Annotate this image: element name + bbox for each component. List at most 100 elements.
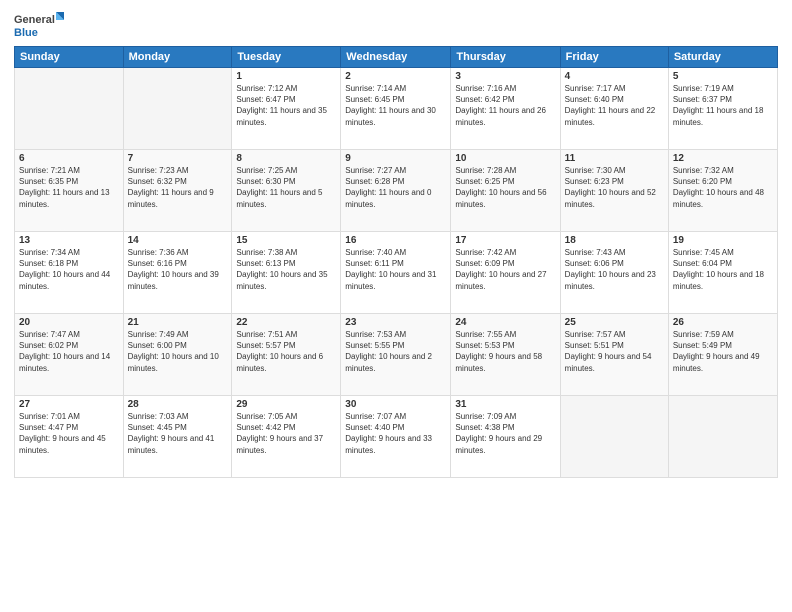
day-number: 29 (236, 399, 336, 410)
calendar-week-3: 13Sunrise: 7:34 AMSunset: 6:18 PMDayligh… (15, 232, 778, 314)
logo: GeneralBlue (14, 10, 64, 40)
day-info: Sunrise: 7:09 AMSunset: 4:38 PMDaylight:… (455, 411, 555, 456)
calendar-cell: 25Sunrise: 7:57 AMSunset: 5:51 PMDayligh… (560, 314, 668, 396)
day-info: Sunrise: 7:55 AMSunset: 5:53 PMDaylight:… (455, 329, 555, 374)
day-info: Sunrise: 7:14 AMSunset: 6:45 PMDaylight:… (345, 83, 446, 128)
calendar-cell: 9Sunrise: 7:27 AMSunset: 6:28 PMDaylight… (341, 150, 451, 232)
calendar-header-friday: Friday (560, 47, 668, 68)
calendar-header-thursday: Thursday (451, 47, 560, 68)
day-info: Sunrise: 7:43 AMSunset: 6:06 PMDaylight:… (565, 247, 664, 292)
calendar-cell: 28Sunrise: 7:03 AMSunset: 4:45 PMDayligh… (123, 396, 232, 478)
day-number: 16 (345, 235, 446, 246)
calendar-week-4: 20Sunrise: 7:47 AMSunset: 6:02 PMDayligh… (15, 314, 778, 396)
day-info: Sunrise: 7:27 AMSunset: 6:28 PMDaylight:… (345, 165, 446, 210)
calendar-cell: 26Sunrise: 7:59 AMSunset: 5:49 PMDayligh… (668, 314, 777, 396)
calendar-cell: 8Sunrise: 7:25 AMSunset: 6:30 PMDaylight… (232, 150, 341, 232)
calendar-cell (15, 68, 124, 150)
svg-text:Blue: Blue (14, 27, 38, 39)
calendar-cell: 10Sunrise: 7:28 AMSunset: 6:25 PMDayligh… (451, 150, 560, 232)
day-info: Sunrise: 7:57 AMSunset: 5:51 PMDaylight:… (565, 329, 664, 374)
day-number: 30 (345, 399, 446, 410)
day-number: 26 (673, 317, 773, 328)
calendar-table: SundayMondayTuesdayWednesdayThursdayFrid… (14, 46, 778, 478)
day-number: 15 (236, 235, 336, 246)
day-info: Sunrise: 7:01 AMSunset: 4:47 PMDaylight:… (19, 411, 119, 456)
day-info: Sunrise: 7:53 AMSunset: 5:55 PMDaylight:… (345, 329, 446, 374)
calendar-cell (123, 68, 232, 150)
day-info: Sunrise: 7:59 AMSunset: 5:49 PMDaylight:… (673, 329, 773, 374)
calendar-week-5: 27Sunrise: 7:01 AMSunset: 4:47 PMDayligh… (15, 396, 778, 478)
day-info: Sunrise: 7:16 AMSunset: 6:42 PMDaylight:… (455, 83, 555, 128)
day-number: 10 (455, 153, 555, 164)
day-number: 18 (565, 235, 664, 246)
day-number: 25 (565, 317, 664, 328)
calendar-cell: 20Sunrise: 7:47 AMSunset: 6:02 PMDayligh… (15, 314, 124, 396)
day-info: Sunrise: 7:05 AMSunset: 4:42 PMDaylight:… (236, 411, 336, 456)
day-number: 4 (565, 71, 664, 82)
calendar-cell: 6Sunrise: 7:21 AMSunset: 6:35 PMDaylight… (15, 150, 124, 232)
day-number: 19 (673, 235, 773, 246)
calendar-cell: 19Sunrise: 7:45 AMSunset: 6:04 PMDayligh… (668, 232, 777, 314)
calendar-cell (668, 396, 777, 478)
calendar-cell: 3Sunrise: 7:16 AMSunset: 6:42 PMDaylight… (451, 68, 560, 150)
calendar-cell: 5Sunrise: 7:19 AMSunset: 6:37 PMDaylight… (668, 68, 777, 150)
day-number: 1 (236, 71, 336, 82)
day-info: Sunrise: 7:30 AMSunset: 6:23 PMDaylight:… (565, 165, 664, 210)
day-info: Sunrise: 7:47 AMSunset: 6:02 PMDaylight:… (19, 329, 119, 374)
day-info: Sunrise: 7:23 AMSunset: 6:32 PMDaylight:… (128, 165, 228, 210)
day-number: 8 (236, 153, 336, 164)
day-number: 22 (236, 317, 336, 328)
day-number: 28 (128, 399, 228, 410)
day-info: Sunrise: 7:12 AMSunset: 6:47 PMDaylight:… (236, 83, 336, 128)
day-info: Sunrise: 7:19 AMSunset: 6:37 PMDaylight:… (673, 83, 773, 128)
calendar-header-monday: Monday (123, 47, 232, 68)
logo-svg: GeneralBlue (14, 10, 64, 40)
calendar-cell: 21Sunrise: 7:49 AMSunset: 6:00 PMDayligh… (123, 314, 232, 396)
day-number: 5 (673, 71, 773, 82)
calendar-cell: 17Sunrise: 7:42 AMSunset: 6:09 PMDayligh… (451, 232, 560, 314)
calendar-cell: 16Sunrise: 7:40 AMSunset: 6:11 PMDayligh… (341, 232, 451, 314)
day-number: 12 (673, 153, 773, 164)
calendar-cell: 22Sunrise: 7:51 AMSunset: 5:57 PMDayligh… (232, 314, 341, 396)
calendar-cell: 4Sunrise: 7:17 AMSunset: 6:40 PMDaylight… (560, 68, 668, 150)
day-info: Sunrise: 7:32 AMSunset: 6:20 PMDaylight:… (673, 165, 773, 210)
day-info: Sunrise: 7:45 AMSunset: 6:04 PMDaylight:… (673, 247, 773, 292)
day-number: 31 (455, 399, 555, 410)
calendar-cell: 13Sunrise: 7:34 AMSunset: 6:18 PMDayligh… (15, 232, 124, 314)
day-info: Sunrise: 7:25 AMSunset: 6:30 PMDaylight:… (236, 165, 336, 210)
day-info: Sunrise: 7:21 AMSunset: 6:35 PMDaylight:… (19, 165, 119, 210)
day-number: 17 (455, 235, 555, 246)
calendar-cell: 24Sunrise: 7:55 AMSunset: 5:53 PMDayligh… (451, 314, 560, 396)
day-number: 6 (19, 153, 119, 164)
day-info: Sunrise: 7:28 AMSunset: 6:25 PMDaylight:… (455, 165, 555, 210)
day-info: Sunrise: 7:38 AMSunset: 6:13 PMDaylight:… (236, 247, 336, 292)
calendar-cell: 18Sunrise: 7:43 AMSunset: 6:06 PMDayligh… (560, 232, 668, 314)
day-info: Sunrise: 7:40 AMSunset: 6:11 PMDaylight:… (345, 247, 446, 292)
calendar-cell: 11Sunrise: 7:30 AMSunset: 6:23 PMDayligh… (560, 150, 668, 232)
day-info: Sunrise: 7:34 AMSunset: 6:18 PMDaylight:… (19, 247, 119, 292)
calendar-header-saturday: Saturday (668, 47, 777, 68)
day-number: 20 (19, 317, 119, 328)
calendar-cell: 7Sunrise: 7:23 AMSunset: 6:32 PMDaylight… (123, 150, 232, 232)
calendar-week-1: 1Sunrise: 7:12 AMSunset: 6:47 PMDaylight… (15, 68, 778, 150)
day-info: Sunrise: 7:03 AMSunset: 4:45 PMDaylight:… (128, 411, 228, 456)
calendar-header-tuesday: Tuesday (232, 47, 341, 68)
day-number: 11 (565, 153, 664, 164)
calendar-cell: 27Sunrise: 7:01 AMSunset: 4:47 PMDayligh… (15, 396, 124, 478)
header: GeneralBlue (14, 10, 778, 40)
day-number: 13 (19, 235, 119, 246)
calendar-cell: 2Sunrise: 7:14 AMSunset: 6:45 PMDaylight… (341, 68, 451, 150)
day-number: 14 (128, 235, 228, 246)
calendar-cell: 1Sunrise: 7:12 AMSunset: 6:47 PMDaylight… (232, 68, 341, 150)
day-number: 27 (19, 399, 119, 410)
day-info: Sunrise: 7:49 AMSunset: 6:00 PMDaylight:… (128, 329, 228, 374)
day-info: Sunrise: 7:17 AMSunset: 6:40 PMDaylight:… (565, 83, 664, 128)
calendar-cell: 31Sunrise: 7:09 AMSunset: 4:38 PMDayligh… (451, 396, 560, 478)
day-number: 23 (345, 317, 446, 328)
calendar-header-row: SundayMondayTuesdayWednesdayThursdayFrid… (15, 47, 778, 68)
day-info: Sunrise: 7:51 AMSunset: 5:57 PMDaylight:… (236, 329, 336, 374)
day-number: 2 (345, 71, 446, 82)
calendar-header-sunday: Sunday (15, 47, 124, 68)
day-info: Sunrise: 7:07 AMSunset: 4:40 PMDaylight:… (345, 411, 446, 456)
calendar-cell: 23Sunrise: 7:53 AMSunset: 5:55 PMDayligh… (341, 314, 451, 396)
